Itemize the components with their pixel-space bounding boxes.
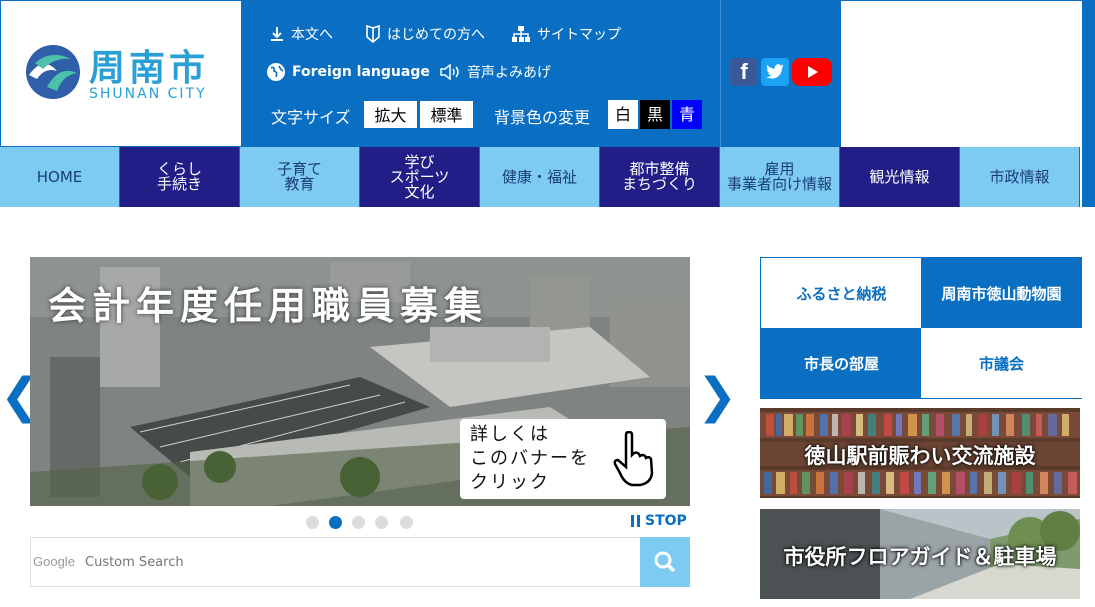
right-edge-strip [1082,0,1095,207]
beginners-label: はじめての方へ [387,27,485,43]
slider-dot-5[interactable] [400,516,413,529]
slider-stop-button[interactable]: STOP [631,513,687,529]
quick-link-council[interactable]: 市議会 [921,328,1082,398]
bg-blue-button[interactable]: 青 [672,100,702,129]
nav-living[interactable]: くらし 手続き [120,147,240,207]
slider-callout: 詳しくは このバナーを クリック [460,419,666,499]
nav-urban[interactable]: 都市整備 まちづくり [600,147,720,207]
sitemap-icon [512,26,530,42]
background-color-label: 背景色の変更 [494,108,591,127]
globe-icon [267,63,285,81]
utility-bar: 本文へ はじめての方へ サイトマップ Foreign language 音声よみ… [241,0,720,147]
header-blank-area [841,0,1082,147]
nav-employment[interactable]: 雇用 事業者向け情報 [720,147,840,207]
nav-home[interactable]: HOME [0,147,120,207]
voice-reader-label: 音声よみあげ [467,65,551,81]
voice-reader-link[interactable]: 音声よみあげ [439,62,551,82]
logo-title: 周南市 [89,48,210,89]
banner-station-facility[interactable]: 徳山駅前賑わい交流施設 [760,408,1080,498]
nav-tourism[interactable]: 観光情報 [840,147,960,207]
nav-learning[interactable]: 学び スポーツ 文化 [360,147,480,207]
search-input[interactable] [85,548,635,576]
speaker-icon [440,63,459,81]
font-large-button[interactable]: 拡大 [363,100,418,129]
google-brand: Google [33,554,75,569]
slider-dot-2-active[interactable] [329,516,342,529]
banner-station-title: 徳山駅前賑わい交流施設 [804,444,1036,468]
foreign-language-link[interactable]: Foreign language [266,62,430,82]
search-icon [654,551,676,573]
nav-city-admin[interactable]: 市政情報 [960,147,1080,207]
beginner-mark-icon [366,25,380,43]
banner-floor-guide[interactable]: 市役所フロアガイド＆駐車場 [760,509,1080,599]
slider-title: 会計年度任用職員募集 [48,284,489,328]
slider-dot-1[interactable] [306,516,319,529]
youtube-icon[interactable] [792,58,832,86]
sns-area: f [720,0,841,147]
city-emblem-icon [26,45,80,99]
bg-black-button[interactable]: 黒 [640,100,670,129]
quick-link-zoo[interactable]: 周南市徳山動物園 [921,258,1082,328]
skip-label: 本文へ [291,27,333,43]
site-header: 周南市 SHUNAN CITY 本文へ はじめての方へ サイトマップ Forei… [0,0,1095,147]
quick-link-furusato[interactable]: ふるさと納税 [761,258,922,328]
font-normal-button[interactable]: 標準 [419,100,474,129]
slider-next-button[interactable]: ❯ [697,366,737,426]
facebook-glyph: f [740,59,748,84]
sitemap-label: サイトマップ [537,27,621,43]
font-size-label: 文字サイズ [271,108,351,127]
twitter-icon[interactable] [761,58,789,86]
slider-dot-3[interactable] [352,516,365,529]
stop-label: STOP [645,513,687,529]
pointing-hand-icon [613,431,654,487]
search-button[interactable] [640,537,690,587]
beginners-link[interactable]: はじめての方へ [365,24,485,44]
download-arrow-icon [271,27,283,41]
global-nav: HOME くらし 手続き 子育て 教育 学び スポーツ 文化 健康・福祉 都市整… [0,147,1082,207]
banner-floor-guide-title: 市役所フロアガイド＆駐車場 [783,545,1057,569]
skip-to-content-link[interactable]: 本文へ [269,24,333,44]
nav-childcare[interactable]: 子育て 教育 [240,147,360,207]
search-box: Google [30,537,690,587]
slider-dot-4[interactable] [375,516,388,529]
nav-health[interactable]: 健康・福祉 [480,147,600,207]
bg-white-button[interactable]: 白 [608,100,638,129]
foreign-language-label: Foreign language [292,64,430,80]
facebook-icon[interactable]: f [730,58,758,86]
logo-area[interactable]: 周南市 SHUNAN CITY [0,0,241,147]
sitemap-link[interactable]: サイトマップ [511,24,621,44]
slider-banner[interactable]: 会計年度任用職員募集 詳しくは このバナーを クリック [30,257,690,506]
logo-subtitle: SHUNAN CITY [89,86,207,102]
pause-icon [631,515,640,527]
quick-link-mayor[interactable]: 市長の部屋 [761,328,922,398]
